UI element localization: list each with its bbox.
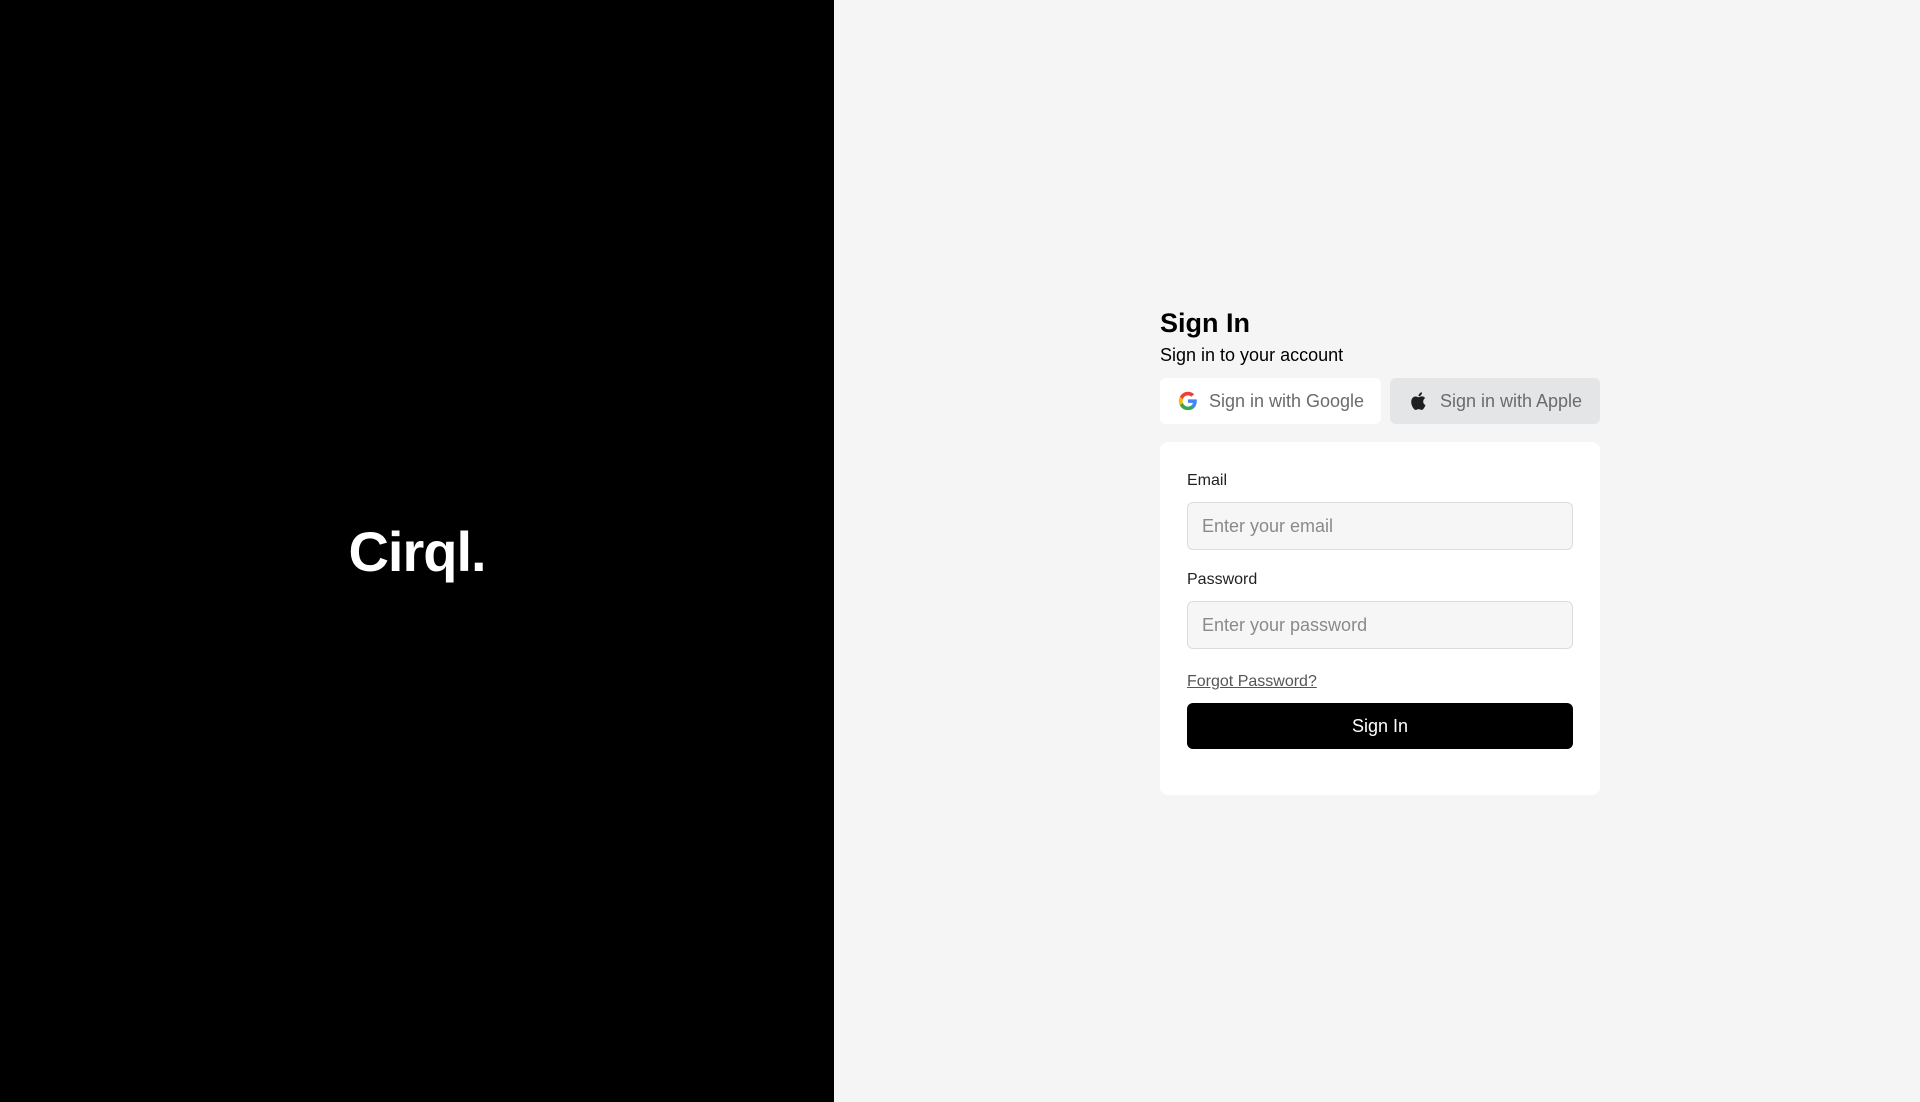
form-panel: Sign In Sign in to your account Sign in …: [834, 0, 1920, 1102]
oauth-buttons: Sign in with Google Sign in with Apple: [1160, 378, 1600, 424]
password-group: Password: [1187, 570, 1573, 649]
google-icon: [1177, 390, 1199, 412]
page-subtitle: Sign in to your account: [1160, 345, 1344, 365]
brand-logo: Cirql.: [348, 519, 486, 583]
email-field[interactable]: [1187, 502, 1573, 550]
email-label: Email: [1187, 472, 1228, 489]
apple-signin-button[interactable]: Sign in with Apple: [1390, 378, 1600, 424]
forgot-password-link[interactable]: Forgot Password?: [1187, 673, 1317, 691]
password-label: Password: [1187, 571, 1258, 588]
google-signin-label: Sign in with Google: [1208, 390, 1365, 411]
password-field[interactable]: [1187, 601, 1573, 649]
signin-submit-button[interactable]: Sign In: [1187, 703, 1573, 749]
signin-form-wrapper: Sign In Sign in to your account Sign in …: [1160, 306, 1600, 795]
apple-signin-label: Sign in with Apple: [1439, 390, 1583, 411]
page-title: Sign In: [1160, 308, 1250, 338]
app-root: Cirql. Sign In Sign in to your account S…: [0, 0, 1920, 1102]
signin-card: Email Password Forgot Password? Sign In: [1160, 442, 1600, 795]
email-group: Email: [1187, 471, 1573, 550]
apple-icon: [1408, 390, 1430, 412]
google-signin-button[interactable]: Sign in with Google: [1160, 378, 1381, 424]
brand-panel: Cirql.: [0, 0, 834, 1102]
